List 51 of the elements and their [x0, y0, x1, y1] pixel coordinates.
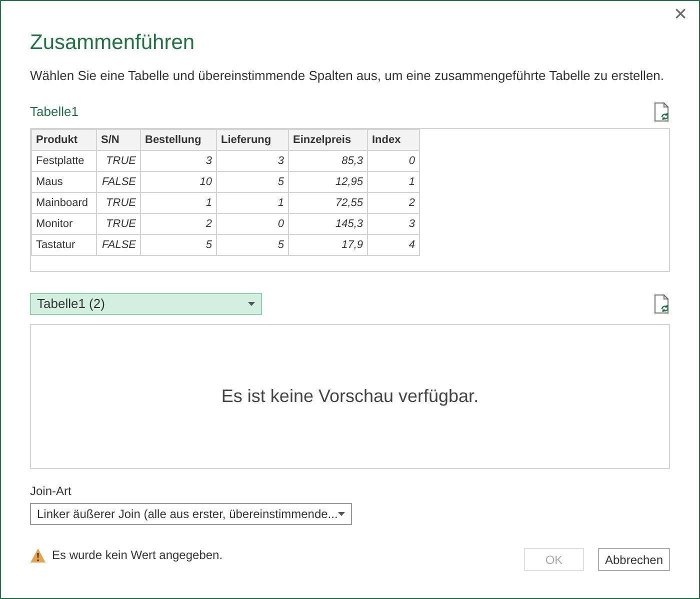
table-cell: FALSE — [96, 234, 140, 256]
table-cell: 5 — [216, 234, 288, 256]
caret-icon — [338, 512, 345, 516]
table-cell: TRUE — [96, 192, 140, 214]
column-header[interactable]: Bestellung — [140, 130, 216, 150]
dialog-title: Zusammenführen — [30, 30, 196, 56]
table-dropdown[interactable]: Tabelle1 (2) — [30, 293, 262, 315]
table-cell: Tastatur — [32, 234, 96, 256]
table-cell: 1 — [140, 192, 216, 214]
table-cell: 5 — [216, 172, 288, 192]
table-cell: 72,55 — [288, 192, 368, 214]
table-cell: FALSE — [96, 172, 140, 192]
column-header[interactable]: Produkt — [32, 130, 96, 150]
column-header[interactable]: Einzelpreis — [288, 130, 368, 150]
column-header[interactable]: S/N — [96, 130, 140, 150]
table-cell: 1 — [216, 192, 288, 214]
table-cell: 2 — [368, 192, 420, 214]
table-cell: 10 — [140, 172, 216, 192]
table-cell: 85,3 — [288, 150, 368, 172]
table-cell: 5 — [140, 234, 216, 256]
table-cell: 3 — [216, 150, 288, 172]
warning-icon — [30, 548, 46, 562]
table-cell: 145,3 — [288, 214, 368, 234]
join-type-dropdown[interactable]: Linker äußerer Join (alle aus erster, übereinstimmende... — [30, 503, 352, 525]
column-header[interactable]: Index — [368, 130, 420, 150]
table-cell: 4 — [368, 234, 420, 256]
table-cell: Maus — [32, 172, 96, 192]
cancel-button[interactable]: Abbrechen — [598, 548, 670, 571]
table-cell: Monitor — [32, 214, 96, 234]
no-preview-message: Es ist keine Vorschau verfügbar. — [221, 385, 479, 408]
table-name: Tabelle1 — [30, 103, 78, 122]
table-cell: 0 — [368, 150, 420, 172]
table-cell: 0 — [216, 214, 288, 234]
table-cell: Festplatte — [32, 150, 96, 172]
refresh-document-icon[interactable] — [654, 102, 670, 122]
close-button[interactable]: × — [670, 3, 691, 25]
caret-icon — [248, 302, 255, 306]
table-cell: 17,9 — [288, 234, 368, 256]
column-header[interactable]: Lieferung — [216, 130, 288, 150]
refresh-document-icon[interactable] — [654, 294, 670, 314]
table-cell: TRUE — [96, 214, 140, 234]
table-cell: 3 — [140, 150, 216, 172]
join-type-label: Join-Art — [30, 483, 72, 499]
table-cell: 12,95 — [288, 172, 368, 192]
table-cell: 1 — [368, 172, 420, 192]
warning-message: Es wurde kein Wert angegeben. — [52, 547, 223, 564]
table-cell: 3 — [368, 214, 420, 234]
table-cell: TRUE — [96, 150, 140, 172]
table-cell: Mainboard — [32, 192, 96, 214]
table-cell: 2 — [140, 214, 216, 234]
dialog-description: Wählen Sie eine Tabelle und übereinstimmende Spalten aus, um eine zusammengeführte Tabelle zu erstellen. — [30, 67, 666, 85]
